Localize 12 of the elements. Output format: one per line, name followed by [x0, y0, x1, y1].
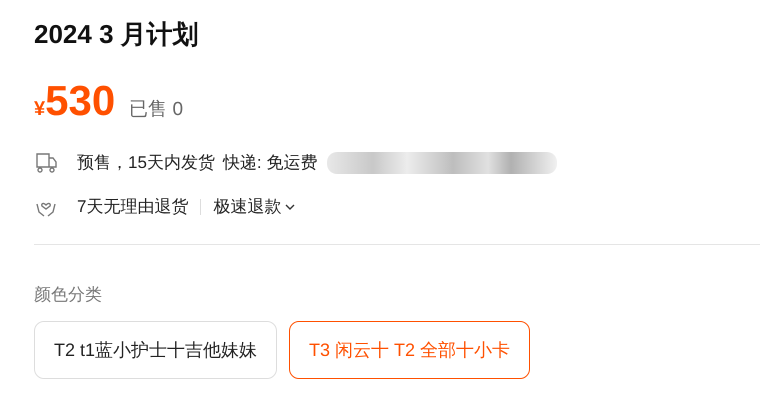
currency-symbol: ¥: [34, 97, 46, 122]
truck-icon: [34, 152, 58, 174]
refund-dropdown[interactable]: 极速退款: [213, 194, 296, 220]
chevron-down-icon: [285, 204, 296, 210]
price: 530: [45, 76, 116, 126]
option-group-label: 颜色分类: [34, 284, 103, 306]
option-chip[interactable]: T2 t1蓝小护士十吉他妹妹: [34, 321, 278, 379]
express-fee: 快递: 免运费: [222, 152, 318, 174]
product-title: 2024 3 月计划: [34, 18, 200, 51]
return-policy: 7天无理由退货: [77, 196, 188, 218]
sold-count: 已售 0: [129, 98, 184, 122]
shipping-info: 预售，15天内发货: [77, 152, 215, 174]
